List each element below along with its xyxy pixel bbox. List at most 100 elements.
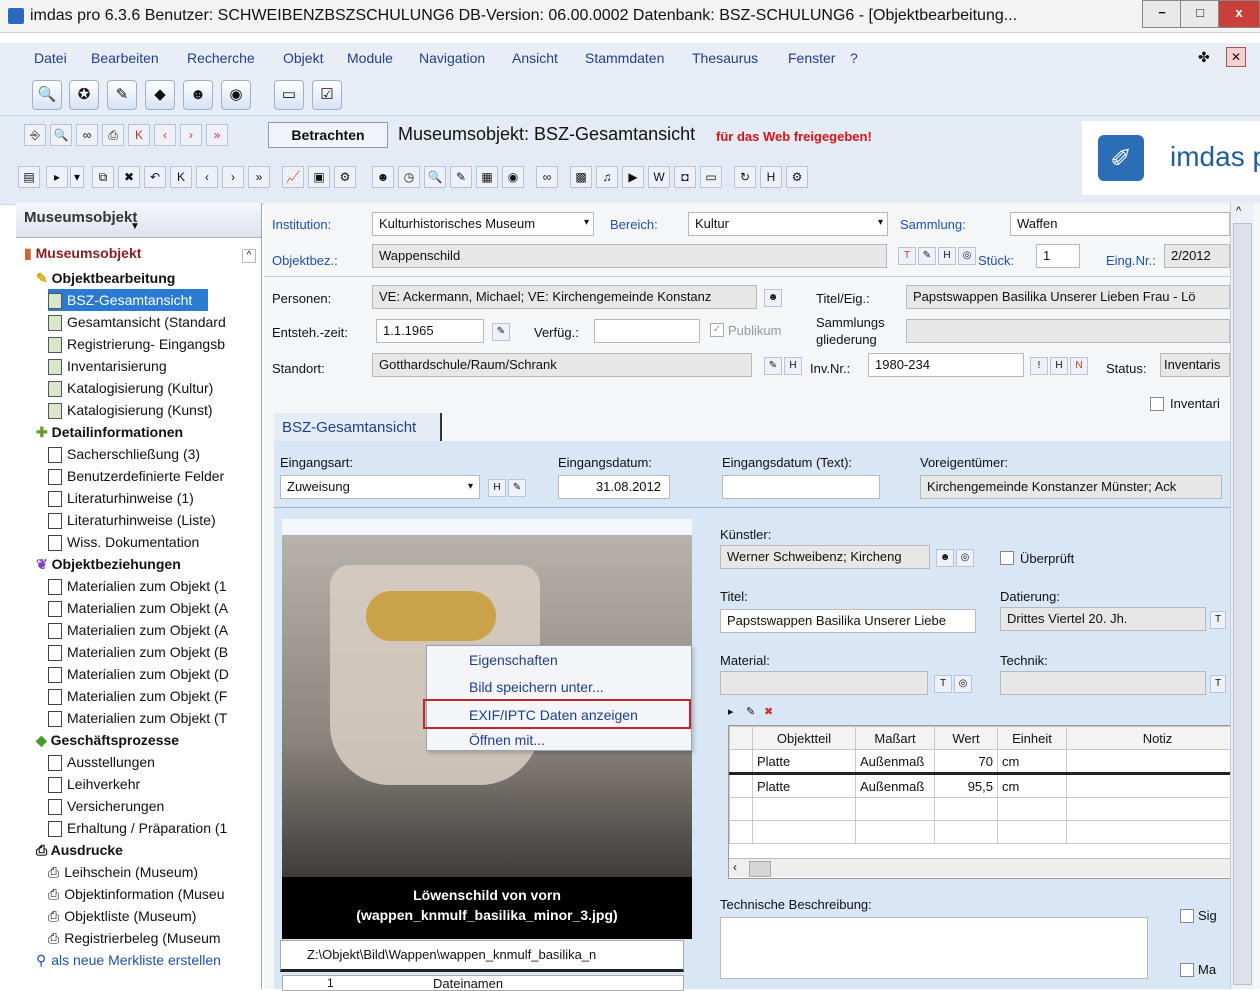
- cell-wert[interactable]: 70: [934, 749, 998, 774]
- last-icon[interactable]: »: [248, 166, 270, 188]
- nav-item[interactable]: ⎙ Registrierbeleg (Museum: [48, 927, 256, 949]
- table-row-empty[interactable]: [729, 820, 1231, 844]
- nav-item[interactable]: ⎙ Objektliste (Museum): [48, 905, 196, 927]
- print-icon[interactable]: ⎙: [102, 124, 124, 146]
- nav-item-bsz-gesamtansicht[interactable]: BSZ-Gesamtansicht: [48, 289, 208, 311]
- ueberprueft-checkbox[interactable]: [1000, 551, 1014, 565]
- institution-select[interactable]: Kulturhistorisches Museum: [372, 212, 594, 236]
- zoom-icon[interactable]: 🔍: [424, 166, 446, 188]
- text-icon[interactable]: T: [1210, 611, 1226, 629]
- table-row-empty[interactable]: [729, 797, 1231, 821]
- chevron-down-icon[interactable]: ▾: [468, 481, 473, 492]
- objektbez-field[interactable]: Wappenschild: [372, 244, 887, 268]
- eingangsdatum-text-field[interactable]: [722, 475, 880, 499]
- alert-icon[interactable]: !: [1030, 357, 1048, 375]
- prev-icon[interactable]: ‹: [196, 166, 218, 188]
- kuenstler-field[interactable]: Werner Schweibenz; Kircheng: [720, 545, 930, 569]
- edit-icon[interactable]: ✎: [764, 357, 782, 375]
- previous-record-icon[interactable]: ‹: [154, 124, 176, 146]
- tab-bsz-gesamtansicht[interactable]: BSZ-Gesamtansicht: [274, 413, 442, 441]
- sidebar-dropdown[interactable]: Museumsobjekt ▼: [16, 203, 261, 238]
- cell-massart[interactable]: Außenmaß: [855, 749, 935, 774]
- sammlungsgl-field[interactable]: [906, 319, 1230, 343]
- techbeschr-field[interactable]: [720, 917, 1148, 979]
- lookup-icon[interactable]: ◎: [954, 675, 972, 693]
- cell-notiz[interactable]: [1066, 773, 1231, 798]
- menu-module[interactable]: Module: [347, 50, 393, 66]
- voreigentuemer-field[interactable]: Kirchengemeinde Konstanzer Münster; Ack: [920, 475, 1222, 499]
- technik-field[interactable]: [1000, 671, 1206, 695]
- ma-checkbox[interactable]: [1180, 963, 1194, 977]
- file-path[interactable]: Z:\Objekt\Bild\Wappen\wappen_knmulf_basi…: [307, 947, 596, 962]
- dropdown-arrow-icon[interactable]: ▾: [70, 166, 84, 188]
- context-item-eigenschaften[interactable]: Eigenschaften: [469, 652, 558, 668]
- music-icon[interactable]: ♫: [596, 166, 618, 188]
- mdi-close-icon[interactable]: ✕: [1226, 47, 1246, 67]
- cell-einheit[interactable]: cm: [997, 749, 1067, 774]
- view-button[interactable]: Betrachten: [268, 122, 388, 148]
- edit-icon[interactable]: ✎: [918, 247, 936, 265]
- undo-icon[interactable]: ↶: [144, 166, 166, 188]
- nav-item[interactable]: Ausstellungen: [48, 751, 155, 773]
- settings-icon[interactable]: ⚙: [334, 166, 356, 188]
- eingangsart-select[interactable]: Zuweisung: [280, 475, 480, 499]
- scroll-up-icon[interactable]: ^: [1236, 205, 1241, 217]
- history-icon[interactable]: H: [938, 247, 956, 265]
- group-geschaeftsprozesse[interactable]: ◆ Geschäftsprozesse: [36, 729, 179, 751]
- cell-objektteil[interactable]: Platte: [752, 749, 856, 774]
- first-icon[interactable]: K: [170, 166, 192, 188]
- nav-item[interactable]: Versicherungen: [48, 795, 164, 817]
- refresh-icon[interactable]: ↻: [734, 166, 756, 188]
- titel-field[interactable]: Papstswappen Basilika Unserer Liebe: [720, 609, 976, 633]
- column-header-einheit[interactable]: Einheit: [997, 726, 1067, 750]
- menu-stammdaten[interactable]: Stammdaten: [585, 50, 664, 66]
- h-icon[interactable]: H: [760, 166, 782, 188]
- nav-item[interactable]: Materialien zum Objekt (T: [48, 707, 256, 729]
- menu-datei[interactable]: Datei: [34, 50, 67, 66]
- close-button[interactable]: x: [1218, 0, 1260, 28]
- delete-icon[interactable]: ✖: [118, 166, 140, 188]
- edit-icon[interactable]: ✎: [492, 323, 510, 341]
- edit-measure-icon[interactable]: ✎: [746, 705, 755, 718]
- nav-item[interactable]: Materialien zum Objekt (D: [48, 663, 256, 685]
- book-icon[interactable]: ◆: [145, 80, 175, 110]
- nav-item[interactable]: Benutzerdefinierte Felder: [48, 465, 256, 487]
- stueck-field[interactable]: 1: [1036, 244, 1080, 268]
- group-detailinformationen[interactable]: ✚ Detailinformationen: [36, 421, 183, 443]
- entsteh-field[interactable]: 1.1.1965: [376, 319, 484, 343]
- horizontal-scrollbar[interactable]: ‹: [729, 858, 1231, 877]
- nav-item[interactable]: Wiss. Dokumentation: [48, 531, 199, 553]
- persons-icon[interactable]: ☻: [372, 166, 394, 188]
- calendar-icon[interactable]: ▦: [476, 166, 498, 188]
- chevron-down-icon[interactable]: ▾: [584, 217, 589, 228]
- context-item-oeffnen-mit[interactable]: Öffnen mit...: [469, 732, 545, 748]
- menu-ansicht[interactable]: Ansicht: [512, 50, 558, 66]
- publikum-checkbox[interactable]: ✓: [710, 323, 724, 337]
- person-lookup-icon[interactable]: ☻: [936, 549, 954, 567]
- menu-fenster[interactable]: Fenster: [788, 50, 835, 66]
- group-ausdrucke[interactable]: ⎙ Ausdrucke: [36, 839, 123, 861]
- link-icon[interactable]: ∞: [76, 124, 98, 146]
- nav-item[interactable]: Registrierung- Eingangsb: [48, 333, 256, 355]
- cell-massart[interactable]: Außenmaß: [855, 773, 935, 798]
- column-header-massart[interactable]: Maßart: [855, 726, 935, 750]
- chevron-down-icon[interactable]: ▾: [878, 217, 883, 228]
- sammlung-select[interactable]: Waffen: [1010, 212, 1230, 236]
- text-icon[interactable]: T: [1210, 675, 1226, 693]
- brush-icon[interactable]: ✎: [450, 166, 472, 188]
- next-icon[interactable]: ›: [222, 166, 244, 188]
- image-icon[interactable]: ▩: [570, 166, 592, 188]
- lookup-icon[interactable]: ◎: [956, 549, 974, 567]
- personen-field[interactable]: VE: Ackermann, Michael; VE: Kirchengemei…: [372, 285, 757, 309]
- last-record-icon[interactable]: »: [206, 124, 228, 146]
- tree-root[interactable]: ▮ Museumsobjekt: [24, 245, 141, 262]
- group-objektbearbeitung[interactable]: ✎ Objektbearbeitung: [36, 267, 175, 289]
- material-field[interactable]: [720, 671, 928, 695]
- context-item-exif[interactable]: EXIF/IPTC Daten anzeigen: [469, 707, 638, 723]
- chart-icon[interactable]: 📈: [282, 166, 304, 188]
- users-icon[interactable]: ☻: [183, 80, 213, 110]
- cell-notiz[interactable]: [1066, 749, 1231, 774]
- titel-eig-field[interactable]: Papstswappen Basilika Unserer Lieben Fra…: [906, 285, 1230, 309]
- menu-navigation[interactable]: Navigation: [419, 50, 485, 66]
- context-item-exif-highlight[interactable]: EXIF/IPTC Daten anzeigen: [423, 699, 691, 729]
